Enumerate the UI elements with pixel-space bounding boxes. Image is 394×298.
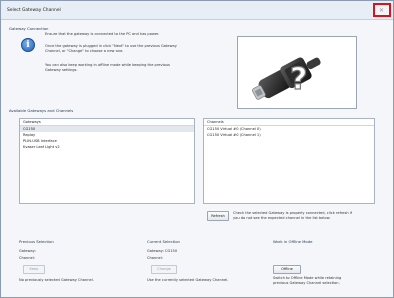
gateway-instruction-1: Ensure that the gateway is connected to … bbox=[45, 32, 160, 36]
change-button[interactable]: Change bbox=[151, 265, 177, 274]
current-channel-label: Channel: bbox=[147, 256, 163, 260]
gateway-instruction-3a: You can also keep working in offline mod… bbox=[45, 63, 170, 67]
current-note: Use the currently selected Gateway Chann… bbox=[147, 278, 229, 282]
previous-channel-label: Channel: bbox=[19, 256, 35, 260]
refresh-button[interactable]: Refresh bbox=[207, 211, 229, 221]
gateway-instruction-2b: Channel, or "Change" to choose a new one… bbox=[45, 49, 124, 53]
usb-device-question-icon: ? bbox=[252, 57, 321, 100]
list-item-channel[interactable]: CG150 Virtual #0 (Channel 1) bbox=[204, 132, 374, 138]
close-button[interactable]: ✕ bbox=[373, 3, 391, 17]
offline-note-2: previous Gateway Channel selection. bbox=[273, 281, 340, 285]
current-selection-label: Current Selection bbox=[147, 239, 180, 244]
previous-gateway-label: Gateway: bbox=[19, 249, 36, 253]
channels-list-header: Channels bbox=[204, 119, 374, 126]
channels-list[interactable]: Channels CG150 Virtual #0 (Channel 0) CG… bbox=[203, 118, 375, 204]
offline-note-1: Switch to Offline Mode while retaining bbox=[273, 276, 342, 280]
gateway-instruction-3b: Gateway settings. bbox=[45, 68, 78, 72]
previous-note: No previously selected Gateway Channel. bbox=[19, 278, 94, 282]
refresh-note-2: you do not see the expected channel in t… bbox=[233, 216, 331, 220]
gateways-list-header: Gateways bbox=[20, 119, 194, 126]
keep-button[interactable]: Keep bbox=[23, 265, 45, 274]
refresh-note-1: Check the selected Gateway is properly c… bbox=[233, 211, 353, 215]
info-icon: i bbox=[21, 38, 35, 52]
offline-mode-label: Work in Offline Mode bbox=[273, 239, 313, 244]
current-gateway-label: Gateway: CG150 bbox=[147, 249, 178, 253]
gateways-list[interactable]: Gateways CG150 Replay PLIN-USB Interface… bbox=[19, 118, 195, 204]
previous-selection-label: Previous Selection bbox=[19, 239, 54, 244]
gateway-connection-label: Gateway Connection bbox=[9, 26, 49, 31]
device-image-frame: ? bbox=[237, 36, 357, 109]
window-title: Select Gateway Channel bbox=[7, 8, 61, 13]
list-item-gateway[interactable]: Kvaser Leaf Light v2 bbox=[20, 144, 194, 150]
dialog-window: Select Gateway Channel ✕ Gateway Connect… bbox=[0, 0, 394, 298]
gateway-instruction-2a: Once the gateway is plugged in click "Ne… bbox=[45, 44, 177, 48]
close-icon[interactable]: ✕ bbox=[379, 6, 384, 16]
available-gateways-label: Available Gateways and Channels bbox=[9, 108, 74, 113]
title-bar: Select Gateway Channel ✕ bbox=[1, 1, 393, 20]
svg-text:?: ? bbox=[290, 62, 307, 97]
offline-button[interactable]: Offline bbox=[273, 265, 301, 274]
